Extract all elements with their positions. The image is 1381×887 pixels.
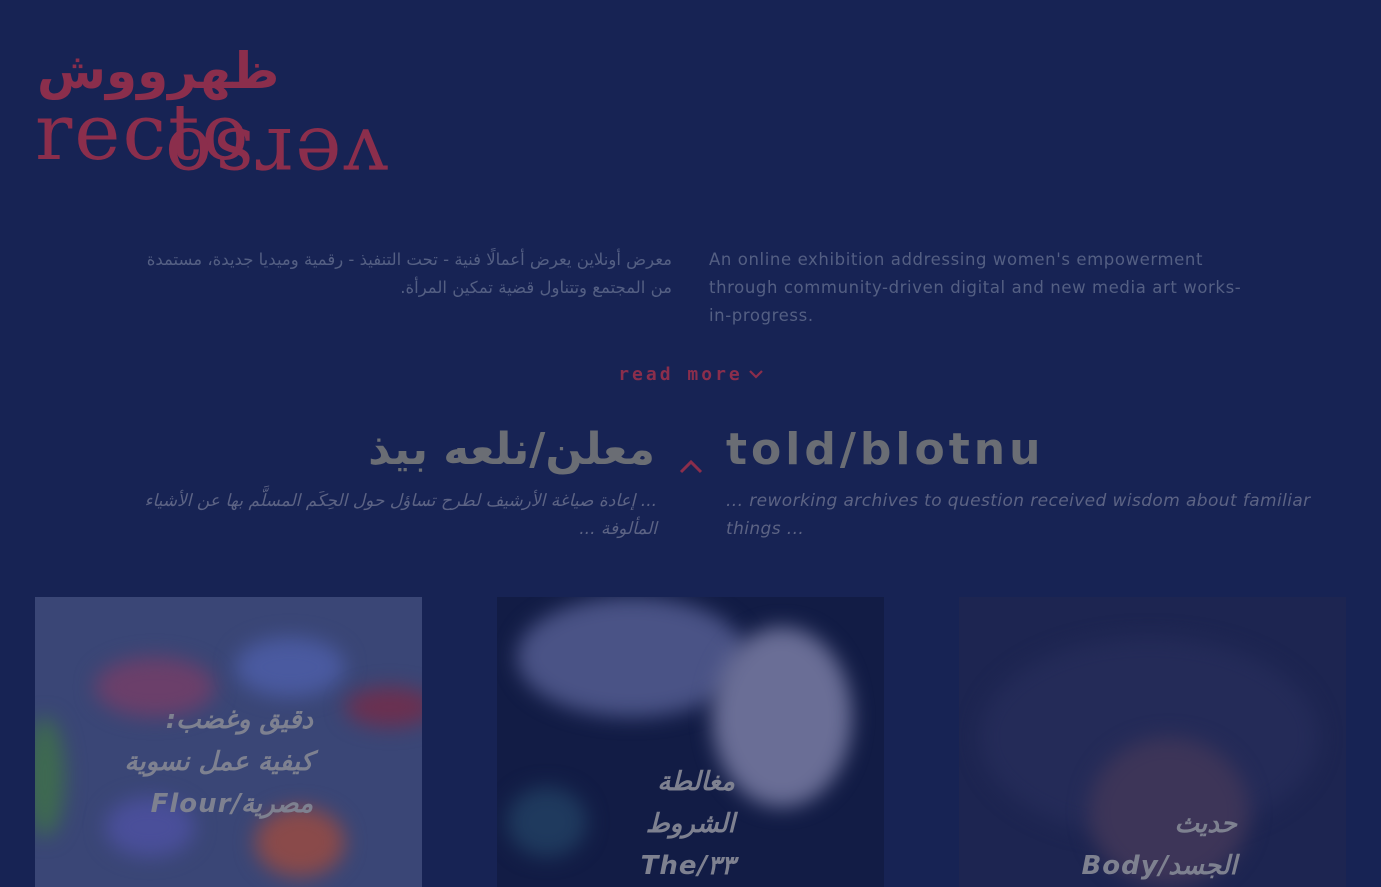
logo-verso: verso bbox=[163, 110, 388, 200]
card-background-blur bbox=[35, 717, 65, 837]
artwork-card-flour[interactable]: دقيق وغضب: كيفية عمل نسوية مصرية/Flour bbox=[35, 597, 422, 887]
card-title: حديث الجسد/Body bbox=[1081, 809, 1237, 881]
card-background-blur bbox=[235, 637, 345, 697]
section-subtitle-english: ... reworking archives to question recei… bbox=[726, 491, 1311, 539]
card-background-blur bbox=[345, 687, 422, 727]
artwork-card-the[interactable]: مغالطة الشروط ٣٣/The bbox=[497, 597, 884, 887]
chevron-down-icon bbox=[748, 367, 763, 383]
caret-up-icon[interactable] bbox=[679, 452, 703, 482]
artwork-card-body[interactable]: حديث الجسد/Body bbox=[959, 597, 1346, 887]
read-more-label: read more bbox=[618, 364, 743, 385]
intro-text-arabic: معرض أونلاين يعرض أعمالًا فنية - تحت الت… bbox=[146, 250, 672, 297]
section-title-arabic[interactable]: معلن/نلعه بيذ bbox=[368, 424, 655, 475]
site-logo[interactable]: ظهرووش recto verso bbox=[35, 42, 435, 200]
section-subtitle-arabic: ... إعادة صياغة الأرشيف لطرح تساؤل حول ا… bbox=[144, 491, 658, 539]
intro-text-english: An online exhibition addressing women's … bbox=[709, 250, 1242, 325]
read-more-button[interactable]: read more bbox=[0, 364, 1381, 385]
card-title: دقيق وغضب: كيفية عمل نسوية مصرية/Flour bbox=[124, 705, 313, 819]
card-title: مغالطة الشروط ٣٣/The bbox=[640, 767, 735, 881]
section-title-english[interactable]: told/blotnu bbox=[726, 424, 1044, 475]
